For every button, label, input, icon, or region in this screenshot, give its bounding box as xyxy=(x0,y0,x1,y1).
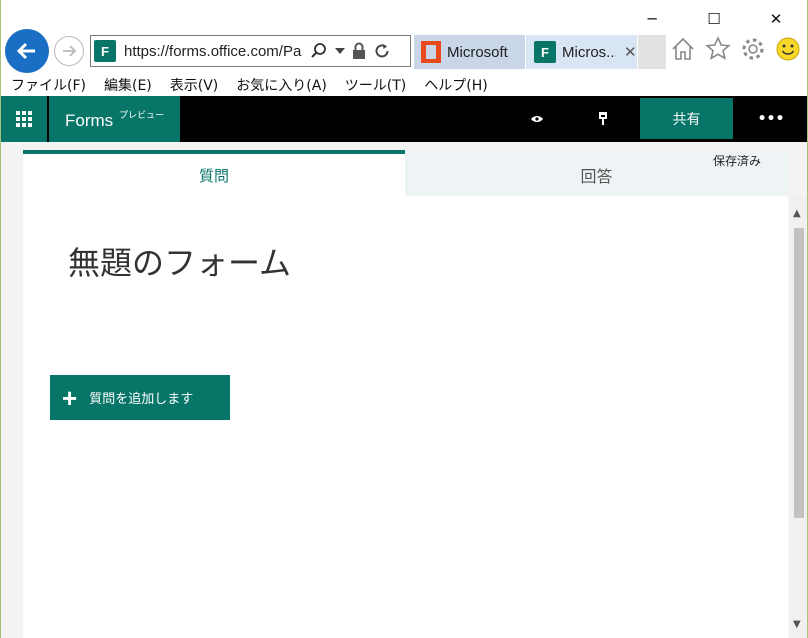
app-brand[interactable]: Forms プレビュー xyxy=(49,96,180,142)
browser-tab-microsoft[interactable]: Microsoft ... xyxy=(414,35,525,69)
close-tab-icon[interactable]: ✕ xyxy=(624,43,637,61)
scroll-down-icon[interactable]: ▼ xyxy=(793,619,801,630)
browser-window: ─ ☐ ✕ F https://forms.office.com/Pa Micr… xyxy=(0,0,808,638)
menu-view[interactable]: 表示(V) xyxy=(170,75,219,95)
add-question-button[interactable]: + 質問を追加します xyxy=(50,375,230,420)
share-button[interactable]: 共有 xyxy=(640,98,733,139)
browser-toolbar-icons xyxy=(670,36,801,62)
form-tabs: 質問 回答 xyxy=(23,150,788,196)
add-question-label: 質問を追加します xyxy=(89,392,194,407)
dropdown-arrow-icon[interactable] xyxy=(335,47,345,55)
menu-edit[interactable]: 編集(E) xyxy=(104,75,152,95)
address-url[interactable]: https://forms.office.com/Pa xyxy=(124,43,302,60)
form-title[interactable]: 無題のフォーム xyxy=(68,238,291,284)
smiley-feedback-icon[interactable] xyxy=(775,36,801,62)
forms-favicon-icon: F xyxy=(534,41,556,63)
tab-label: Micros... xyxy=(562,43,616,61)
minimize-button[interactable]: ─ xyxy=(621,0,683,38)
plus-icon: + xyxy=(62,382,78,413)
vertical-scrollbar[interactable]: ▲ ▼ xyxy=(790,196,807,638)
home-icon[interactable] xyxy=(670,36,696,62)
back-button[interactable] xyxy=(5,29,49,73)
scroll-thumb[interactable] xyxy=(794,228,804,518)
preview-badge: プレビュー xyxy=(119,110,165,120)
forward-arrow-icon xyxy=(63,45,77,57)
search-icon[interactable] xyxy=(310,42,328,60)
window-controls: ─ ☐ ✕ xyxy=(621,0,807,38)
back-arrow-icon xyxy=(16,42,35,60)
new-tab-button[interactable] xyxy=(638,35,666,69)
forms-header: Forms プレビュー 共有 ••• xyxy=(1,96,807,142)
app-name: Forms xyxy=(65,111,114,130)
menu-file[interactable]: ファイル(F) xyxy=(11,75,86,95)
lock-icon[interactable] xyxy=(352,42,366,60)
saved-status: 保存済み xyxy=(713,154,762,168)
theme-button[interactable] xyxy=(585,96,621,142)
menu-tools[interactable]: ツール(T) xyxy=(345,75,406,95)
menu-favorites[interactable]: お気に入り(A) xyxy=(236,75,327,95)
scroll-up-icon[interactable]: ▲ xyxy=(793,208,801,219)
app-launcher-button[interactable] xyxy=(1,96,47,142)
preview-button[interactable] xyxy=(519,96,555,142)
refresh-icon[interactable] xyxy=(373,42,391,60)
menu-help[interactable]: ヘルプ(H) xyxy=(424,75,487,95)
forward-button[interactable] xyxy=(54,36,84,66)
star-icon[interactable] xyxy=(705,36,731,62)
browser-tab-forms[interactable]: F Micros... ✕ xyxy=(526,35,637,69)
forms-favicon-icon: F xyxy=(94,40,116,62)
address-bar[interactable]: F https://forms.office.com/Pa xyxy=(90,35,411,67)
close-window-button[interactable]: ✕ xyxy=(745,0,807,38)
tab-questions[interactable]: 質問 xyxy=(23,150,405,196)
menu-bar: ファイル(F) 編集(E) 表示(V) お気に入り(A) ツール(T) ヘルプ(… xyxy=(1,73,807,96)
tab-label: Microsoft ... xyxy=(447,43,511,61)
maximize-button[interactable]: ☐ xyxy=(683,0,745,38)
more-options-button[interactable]: ••• xyxy=(753,96,789,142)
waffle-icon xyxy=(16,111,32,127)
paint-brush-icon xyxy=(599,112,607,125)
office-logo-icon xyxy=(421,41,441,63)
eye-icon xyxy=(531,116,543,122)
gear-icon[interactable] xyxy=(740,36,766,62)
